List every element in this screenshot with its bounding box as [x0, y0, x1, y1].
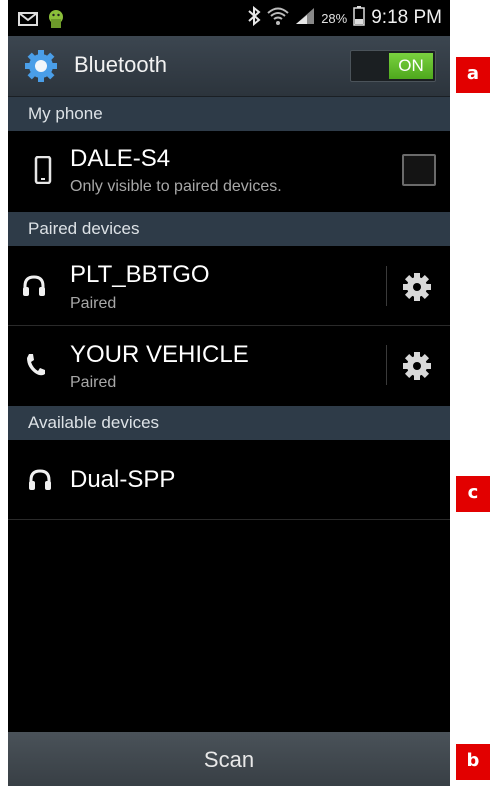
my-phone-visibility-text: Only visible to paired devices.	[70, 178, 282, 195]
device-settings-gear-icon[interactable]	[402, 351, 432, 386]
available-device-name: Dual-SPP	[70, 466, 176, 493]
scan-button[interactable]: Scan	[8, 732, 450, 786]
action-bar: Bluetooth ON	[8, 36, 450, 97]
battery-percent: 28%	[321, 10, 348, 26]
section-header-paired-devices: Paired devices	[8, 212, 450, 246]
headset-icon	[22, 274, 46, 303]
phone-screen: 28% 9:18 PM Bluetooth ON My phone DALE-S…	[8, 0, 450, 786]
divider	[386, 266, 387, 306]
section-label: Available devices	[28, 413, 160, 432]
phone-handset-icon	[24, 352, 46, 383]
signal-icon	[295, 7, 315, 29]
smartphone-icon	[34, 155, 52, 189]
available-device-row[interactable]: Dual-SPP	[8, 440, 450, 520]
android-notification-icon	[46, 8, 66, 34]
paired-device-name: PLT_BBTGO	[70, 261, 210, 288]
mail-icon	[18, 11, 38, 31]
battery-icon	[353, 6, 365, 30]
my-phone-row[interactable]: DALE-S4 Only visible to paired devices.	[8, 131, 450, 211]
page-title: Bluetooth	[74, 52, 167, 77]
visibility-checkbox[interactable]	[402, 154, 436, 186]
section-label: Paired devices	[28, 219, 140, 238]
callout-label-c: c	[456, 476, 490, 512]
callout-label-b: b	[456, 744, 490, 780]
wifi-icon	[267, 6, 289, 30]
paired-device-status: Paired	[70, 374, 117, 391]
callout-label-a: a	[456, 57, 490, 93]
section-header-my-phone: My phone	[8, 97, 450, 131]
my-phone-name: DALE-S4	[70, 145, 171, 172]
paired-device-row[interactable]: YOUR VEHICLE Paired	[8, 326, 450, 406]
divider	[386, 345, 387, 385]
paired-device-row[interactable]: PLT_BBTGO Paired	[8, 246, 450, 326]
status-bar: 28% 9:18 PM	[8, 0, 450, 36]
divider	[8, 519, 450, 520]
bluetooth-status-icon	[247, 5, 261, 30]
device-settings-gear-icon[interactable]	[402, 272, 432, 307]
headset-icon	[28, 468, 52, 497]
paired-device-name: YOUR VEHICLE	[70, 341, 249, 368]
clock: 9:18 PM	[371, 7, 442, 28]
paired-device-status: Paired	[70, 295, 117, 312]
toggle-on-label: ON	[389, 53, 433, 79]
section-label: My phone	[28, 104, 103, 123]
bluetooth-settings-gear-icon[interactable]	[24, 49, 58, 83]
section-header-available-devices: Available devices	[8, 406, 450, 440]
bluetooth-toggle[interactable]: ON	[350, 50, 436, 82]
